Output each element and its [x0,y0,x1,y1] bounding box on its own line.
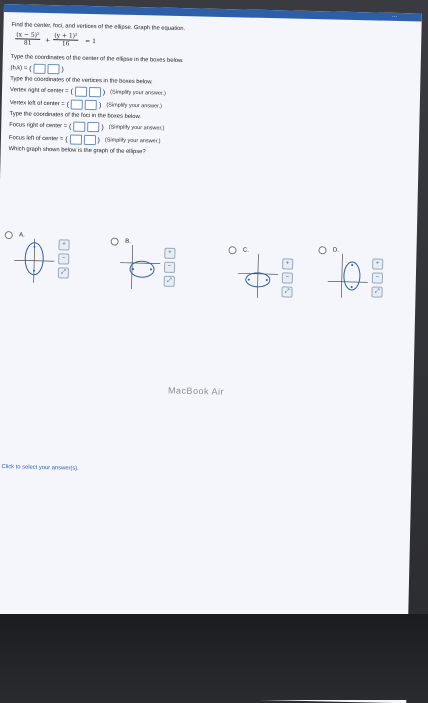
expand-icon[interactable]: ⤢ [57,267,70,279]
paren-close: ) [98,101,102,109]
vertex-right-x-input[interactable] [74,86,87,97]
zoom-out-icon[interactable]: − [281,272,293,284]
macbook-label: MacBook Air [167,385,225,397]
zoom-in-icon[interactable]: + [372,258,384,270]
option-a-graph [14,238,55,283]
fraction-x-denominator: 81 [23,39,32,47]
zoom-out-icon[interactable]: − [163,261,176,273]
vertex-left-x-input[interactable] [70,99,84,110]
zoom-out-icon[interactable]: − [371,272,384,284]
vertex-left-y-input[interactable] [84,99,98,111]
paren-open: ( [69,123,72,131]
expand-icon[interactable]: ⤢ [371,286,383,298]
option-a[interactable]: A. + − ⤢ [3,226,75,318]
select-answer-link[interactable]: Click to select your answer(s). [1,464,78,472]
simplify-hint: (Simplify your answer.) [104,137,161,145]
zoom-in-icon[interactable]: + [164,247,176,259]
zoom-in-icon[interactable]: + [282,258,294,270]
question-panel: Find the center, foci, and vertices of t… [9,22,407,161]
focus-right-y-input[interactable] [87,121,100,133]
paren-close: ) [101,123,104,131]
fraction-y: (y + 1)² 16 [53,32,79,48]
option-b-radio[interactable] [110,237,119,246]
vertex-left-label: Vertex left of center = [9,100,65,108]
vertex-right-label: Vertex right of center = [9,87,69,95]
zoom-out-icon[interactable]: − [58,253,70,265]
paren-open: ( [29,65,32,73]
paren-open: ( [66,100,70,109]
paren-open: ( [70,88,73,96]
simplify-hint: (Simplify your answer.) [106,102,163,110]
focus-right-x-input[interactable] [73,121,86,132]
paren-close: ) [102,88,106,96]
equals-one: = 1 [85,37,97,46]
fraction-x: (x − 5)² 81 [15,31,41,47]
simplify-hint: (Simplify your answer.) [110,89,166,97]
expand-icon[interactable]: ⤢ [163,275,175,287]
browser-screen: … Find the center, foci, and vertices of… [0,4,422,703]
focus-right-label: Focus right of center = [9,122,68,130]
laptop-bezel [0,614,428,700]
simplify-hint: (Simplify your answer.) [108,124,165,132]
zoom-in-icon[interactable]: + [58,239,70,251]
vertex-right-y-input[interactable] [88,86,101,98]
paren-close: ) [97,136,100,144]
top-bar-text: … [391,12,398,19]
option-b[interactable]: B. + − ⤢ [109,232,181,324]
option-c[interactable]: C. + − ⤢ [227,241,299,333]
center-x-input[interactable] [33,63,46,74]
option-a-radio[interactable] [4,230,13,240]
option-b-graph [120,244,161,289]
center-y-input[interactable] [47,64,60,75]
option-d-graph [327,253,368,298]
plus-sign: + [45,36,51,45]
focus-left-label: Focus left of center = [8,135,64,143]
option-c-radio[interactable] [228,245,237,255]
paren-open: ( [65,135,68,143]
expand-icon[interactable]: ⤢ [281,286,293,298]
focus-left-y-input[interactable] [83,134,96,146]
option-c-graph [237,253,278,298]
option-d[interactable]: D. + − ⤢ [317,241,389,333]
center-label: (h,k) = [10,65,28,72]
fraction-y-denominator: 16 [61,40,70,48]
paren-close: ) [61,65,64,73]
option-d-radio[interactable] [318,245,327,255]
focus-left-x-input[interactable] [69,134,82,145]
